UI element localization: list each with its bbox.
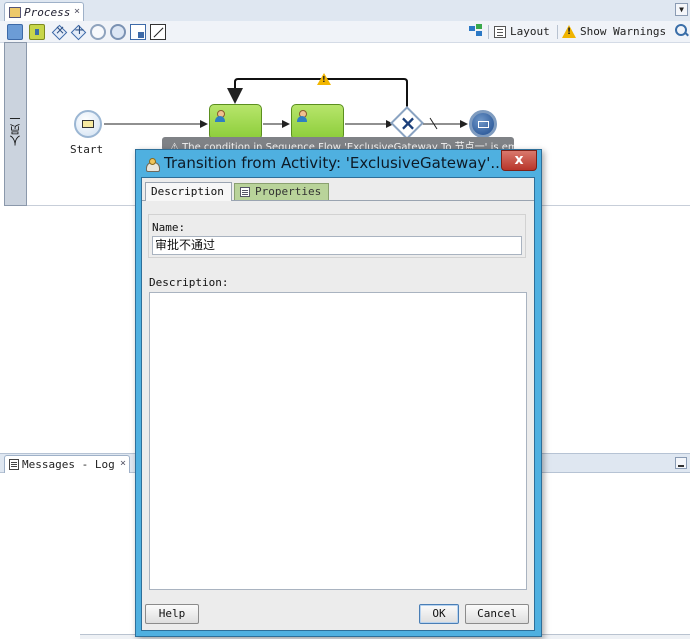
start-event[interactable] [74,110,102,138]
tab-close-icon[interactable]: × [120,458,126,469]
ok-button[interactable]: OK [419,604,459,624]
log-icon [9,459,19,470]
tab-properties-label: Properties [255,185,322,198]
minimize-icon[interactable] [675,457,687,469]
gateway-x-icon: × [399,111,417,135]
description-label: Description: [149,276,229,289]
dialog-close-button[interactable]: x [501,150,537,171]
user-icon [296,110,308,123]
name-field[interactable]: 审批不通过 [152,236,522,255]
message-envelope-icon [478,121,489,128]
user-icon [214,110,226,123]
tab-description[interactable]: Description [145,182,232,201]
tab-messages-log[interactable]: Messages - Log × [4,455,130,473]
tab-messages-log-label: Messages - Log [22,458,115,471]
message-envelope-icon [82,120,94,128]
user-task-1[interactable] [209,104,262,140]
start-event-label: Start [70,143,104,156]
properties-icon [240,187,250,197]
tab-description-label: Description [151,185,224,198]
description-textarea[interactable] [149,292,527,590]
cancel-button[interactable]: Cancel [465,604,529,624]
tab-properties[interactable]: Properties [234,183,329,200]
name-label: Name: [152,221,186,234]
dialog-app-icon [145,157,160,172]
dialog-title: Transition from Activity: 'ExclusiveGate… [164,154,505,172]
warning-icon[interactable] [317,73,331,85]
user-task-2[interactable] [291,104,344,140]
help-button[interactable]: Help [145,604,199,624]
end-event[interactable] [469,110,497,138]
